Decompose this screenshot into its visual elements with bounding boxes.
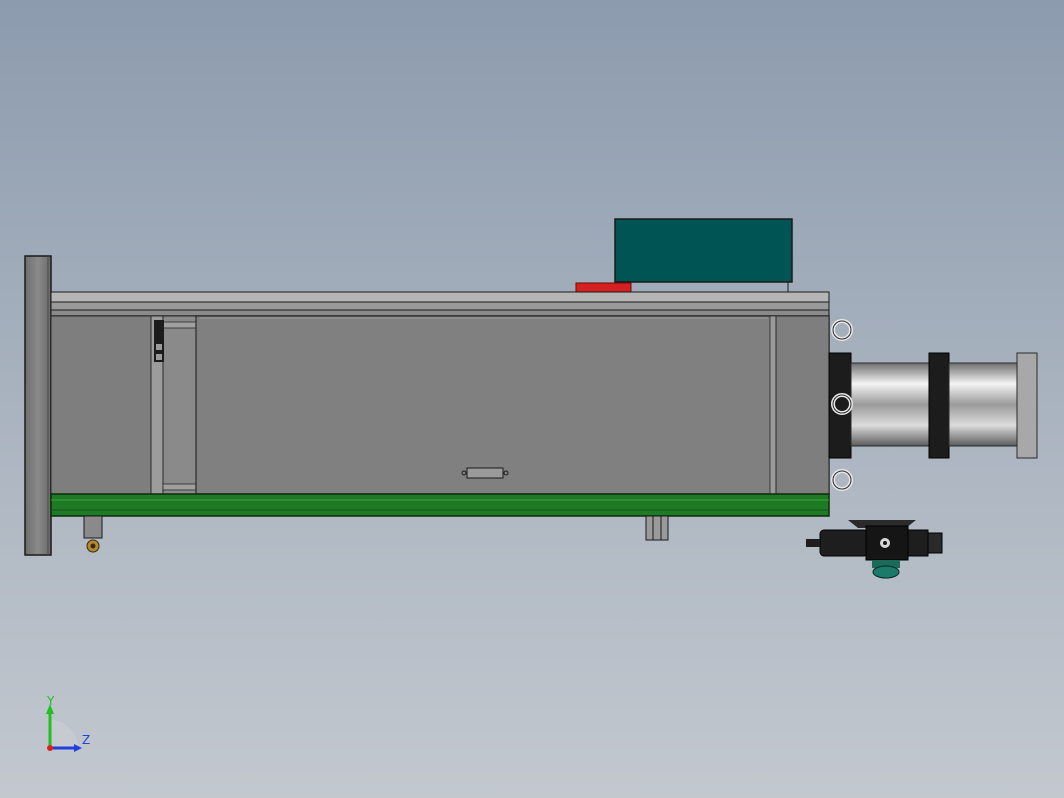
cylinder-barrel-1[interactable] — [850, 362, 930, 447]
left-end-plate[interactable] — [24, 255, 52, 556]
main-door-panel[interactable] — [195, 315, 773, 495]
cylinder-barrel-2[interactable] — [948, 362, 1018, 447]
top-rail — [50, 291, 830, 303]
pneumatic-valve[interactable] — [806, 520, 943, 579]
lifting-eye-top[interactable] — [831, 319, 853, 341]
door-handle[interactable] — [466, 467, 504, 479]
y-axis-label: Y — [47, 694, 55, 708]
cylinder-end-cap[interactable] — [1016, 352, 1038, 459]
right-side-panel[interactable] — [775, 315, 830, 495]
graphics-viewport[interactable]: Y Z — [0, 0, 1064, 798]
cylinder-collar[interactable] — [928, 352, 950, 459]
z-axis-label: Z — [82, 733, 91, 747]
lifting-eye-bottom[interactable] — [831, 469, 853, 491]
green-base[interactable] — [50, 493, 830, 517]
left-foot[interactable] — [83, 515, 103, 539]
view-triad: Y Z — [40, 694, 100, 758]
left-side-panel[interactable] — [50, 315, 152, 495]
control-box[interactable] — [614, 218, 793, 283]
middle-foot[interactable] — [645, 515, 669, 541]
assembly-model[interactable] — [0, 0, 1064, 798]
